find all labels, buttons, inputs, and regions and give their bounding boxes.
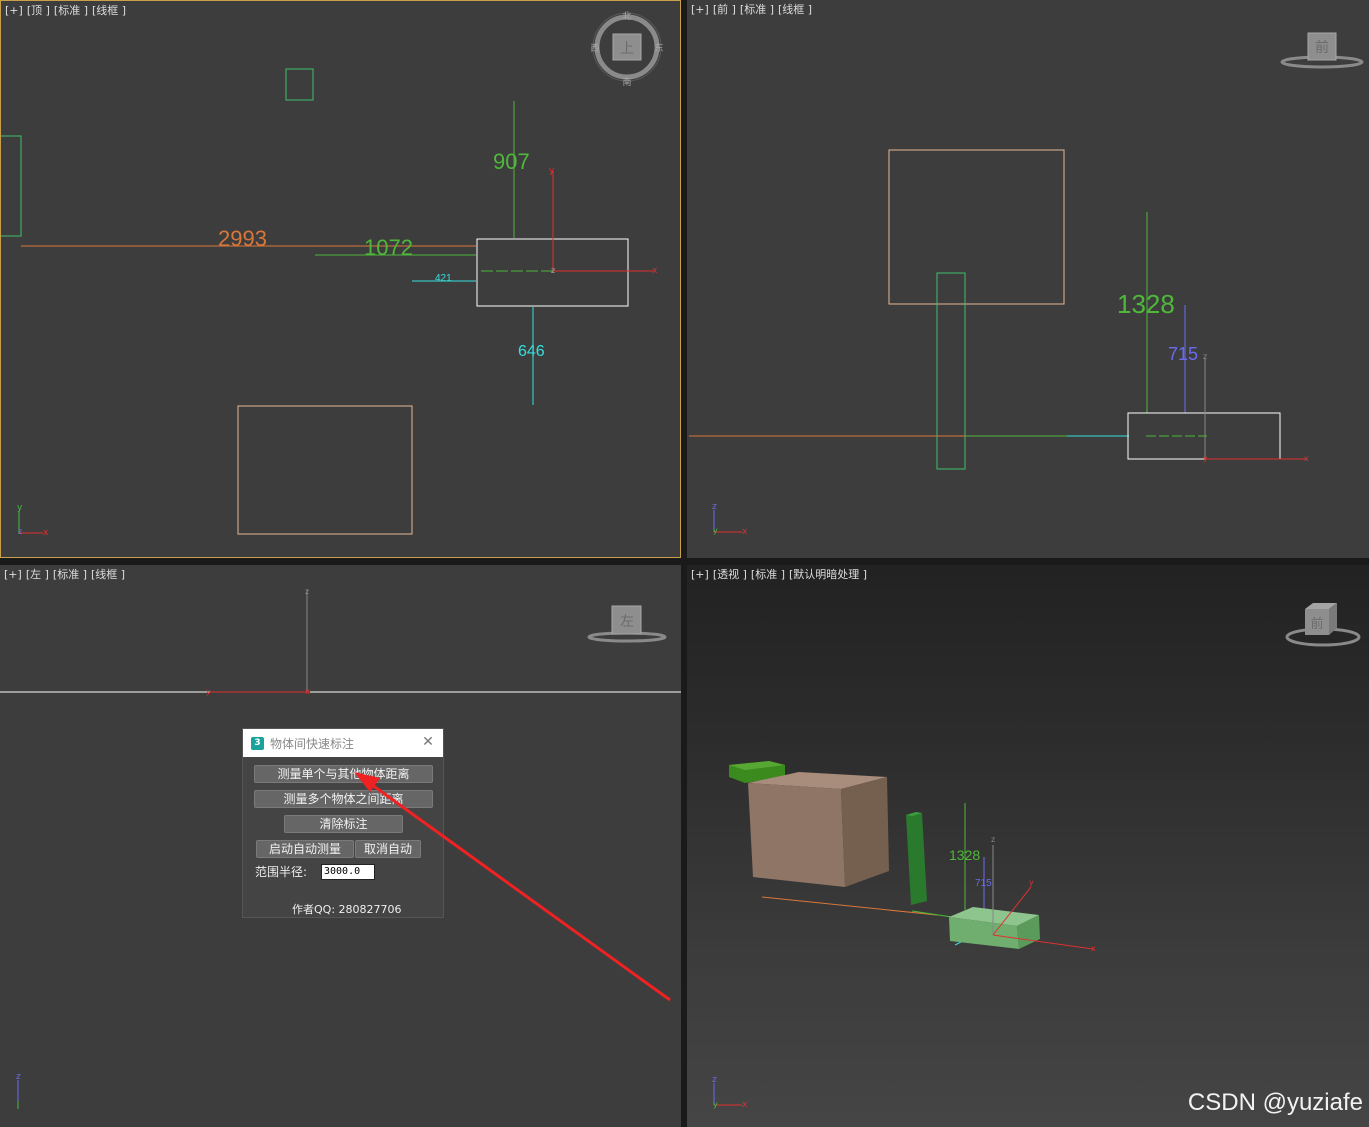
app-logo-icon: 3 xyxy=(251,736,264,750)
dim-label-421: 421 xyxy=(435,273,452,284)
svg-text:x: x xyxy=(742,1100,748,1110)
object-box-large[interactable] xyxy=(888,149,1065,305)
gizmo-y-letter: y xyxy=(549,166,555,176)
axis-tripod: y x z xyxy=(17,503,49,538)
svg-text:上: 上 xyxy=(620,41,634,57)
svg-text:y: y xyxy=(206,687,211,696)
front-scene: z x y 1328 715 前 z x y xyxy=(689,32,1364,537)
svg-text:x: x xyxy=(43,528,49,538)
axis-tripod: z x y xyxy=(712,1075,748,1110)
radius-input[interactable]: 3000.0 xyxy=(321,864,375,880)
object-box-tall[interactable] xyxy=(936,272,966,470)
dim-label-1072: 1072 xyxy=(364,235,413,260)
dim-line-green xyxy=(911,910,953,918)
start-auto-measure-button[interactable]: 启动自动测量 xyxy=(256,840,354,858)
svg-text:y: y xyxy=(713,1100,718,1109)
object-box-edge[interactable] xyxy=(1,135,22,237)
dim-label-2993: 2993 xyxy=(218,226,267,251)
viewcube[interactable]: 前 xyxy=(1280,32,1364,69)
svg-text:z: z xyxy=(18,527,22,536)
viewport-perspective[interactable]: [+] [透视 ] [标准 ] [默认明暗处理 ] z x y 1328 715… xyxy=(687,565,1369,1127)
viewport-top[interactable]: [+] [顶 ] [标准 ] [线框 ] y x z 907 2993 1072 42… xyxy=(0,0,681,558)
svg-text:y: y xyxy=(17,503,23,513)
dim-label-715: 715 xyxy=(1168,344,1198,364)
clear-dimensions-button[interactable]: 清除标注 xyxy=(284,815,403,833)
svg-text:x: x xyxy=(1091,944,1096,953)
object-brown-box[interactable] xyxy=(748,772,889,887)
svg-text:前: 前 xyxy=(1315,39,1329,56)
dim-label-715: 715 xyxy=(975,878,992,889)
radius-label: 范围半径: xyxy=(255,865,308,879)
svg-text:x: x xyxy=(1304,454,1309,463)
gizmo-x-letter: x xyxy=(652,266,658,276)
dim-label-907: 907 xyxy=(493,149,530,174)
svg-text:z: z xyxy=(712,502,717,512)
viewcube-front-face[interactable]: 前 xyxy=(1310,616,1323,632)
svg-text:z: z xyxy=(1203,352,1207,361)
measure-single-button[interactable]: 测量单个与其他物体距离 xyxy=(254,765,433,783)
compass-west: 西 xyxy=(590,43,599,54)
svg-text:左: 左 xyxy=(620,614,634,630)
svg-text:y: y xyxy=(1203,454,1208,463)
axis-tripod: z x y xyxy=(712,502,748,537)
compass-south: 南 xyxy=(622,76,631,88)
svg-text:y: y xyxy=(713,526,718,535)
quick-dimension-dialog[interactable]: 3 物体间快速标注 ✕ 测量单个与其他物体距离 测量多个物体之间距离 清除标注 … xyxy=(242,728,444,918)
viewcube[interactable]: 左 xyxy=(587,605,667,643)
perspective-scene: z x y 1328 715 前 z x y xyxy=(712,603,1361,1110)
close-icon[interactable]: ✕ xyxy=(421,735,435,749)
compass-east: 东 xyxy=(654,42,663,54)
watermark-text: CSDN @yuziafe xyxy=(1187,1089,1363,1116)
viewcube[interactable]: 前 xyxy=(1285,603,1361,647)
dialog-title: 物体间快速标注 xyxy=(270,736,355,751)
dim-label-1328: 1328 xyxy=(1117,289,1175,319)
dim-label-1328: 1328 xyxy=(949,847,980,863)
svg-text:z: z xyxy=(991,835,995,844)
object-box-small[interactable] xyxy=(285,68,314,101)
axis-tripod: z xyxy=(16,1072,21,1109)
gizmo-z-letter: z xyxy=(551,266,555,275)
dim-label-646: 646 xyxy=(518,343,545,360)
cancel-auto-button[interactable]: 取消自动 xyxy=(355,840,421,858)
svg-text:z: z xyxy=(16,1072,21,1082)
svg-text:x: x xyxy=(305,687,310,696)
dialog-title-bar[interactable]: 3 物体间快速标注 ✕ xyxy=(243,729,443,757)
svg-text:z: z xyxy=(305,587,309,596)
object-green-column[interactable] xyxy=(906,812,927,905)
compass-north: 北 xyxy=(622,11,631,22)
svg-text:y: y xyxy=(1029,878,1034,887)
viewcube-compass[interactable]: 上 北 南 东 西 xyxy=(590,11,663,88)
svg-text:z: z xyxy=(712,1075,717,1085)
author-text: 作者QQ: 280827706 xyxy=(292,903,402,916)
selected-object[interactable] xyxy=(949,907,1040,949)
viewport-front[interactable]: [+] [前 ] [标准 ] [线框 ] z x y 1328 715 前 z x y xyxy=(687,0,1369,558)
top-scene: y x z 907 2993 1072 421 646 上 北 南 东 西 y … xyxy=(1,11,664,538)
svg-text:x: x xyxy=(742,527,748,537)
object-box-large[interactable] xyxy=(237,405,413,535)
measure-multiple-button[interactable]: 测量多个物体之间距离 xyxy=(254,790,433,808)
